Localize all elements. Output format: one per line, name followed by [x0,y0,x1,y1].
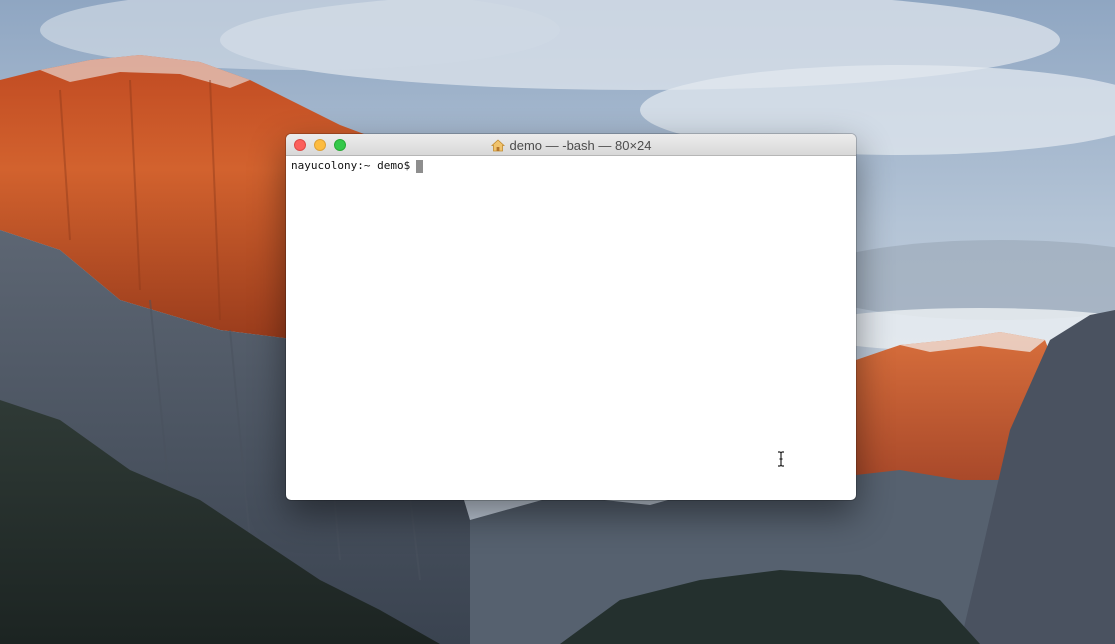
prompt-line: nayucolony:~ demo$ [291,159,851,173]
window-title-group: demo — -bash — 80×24 [286,134,856,156]
ibeam-cursor-icon [776,451,786,467]
title-bar[interactable]: demo — -bash — 80×24 [286,134,856,156]
shell-prompt: nayucolony:~ demo$ [291,159,411,172]
window-title: demo — -bash — 80×24 [509,137,652,153]
terminal-window[interactable]: demo — -bash — 80×24 nayucolony:~ demo$ [286,134,856,500]
home-folder-icon [490,138,505,152]
terminal-content[interactable]: nayucolony:~ demo$ [286,156,856,500]
text-cursor [416,159,424,173]
